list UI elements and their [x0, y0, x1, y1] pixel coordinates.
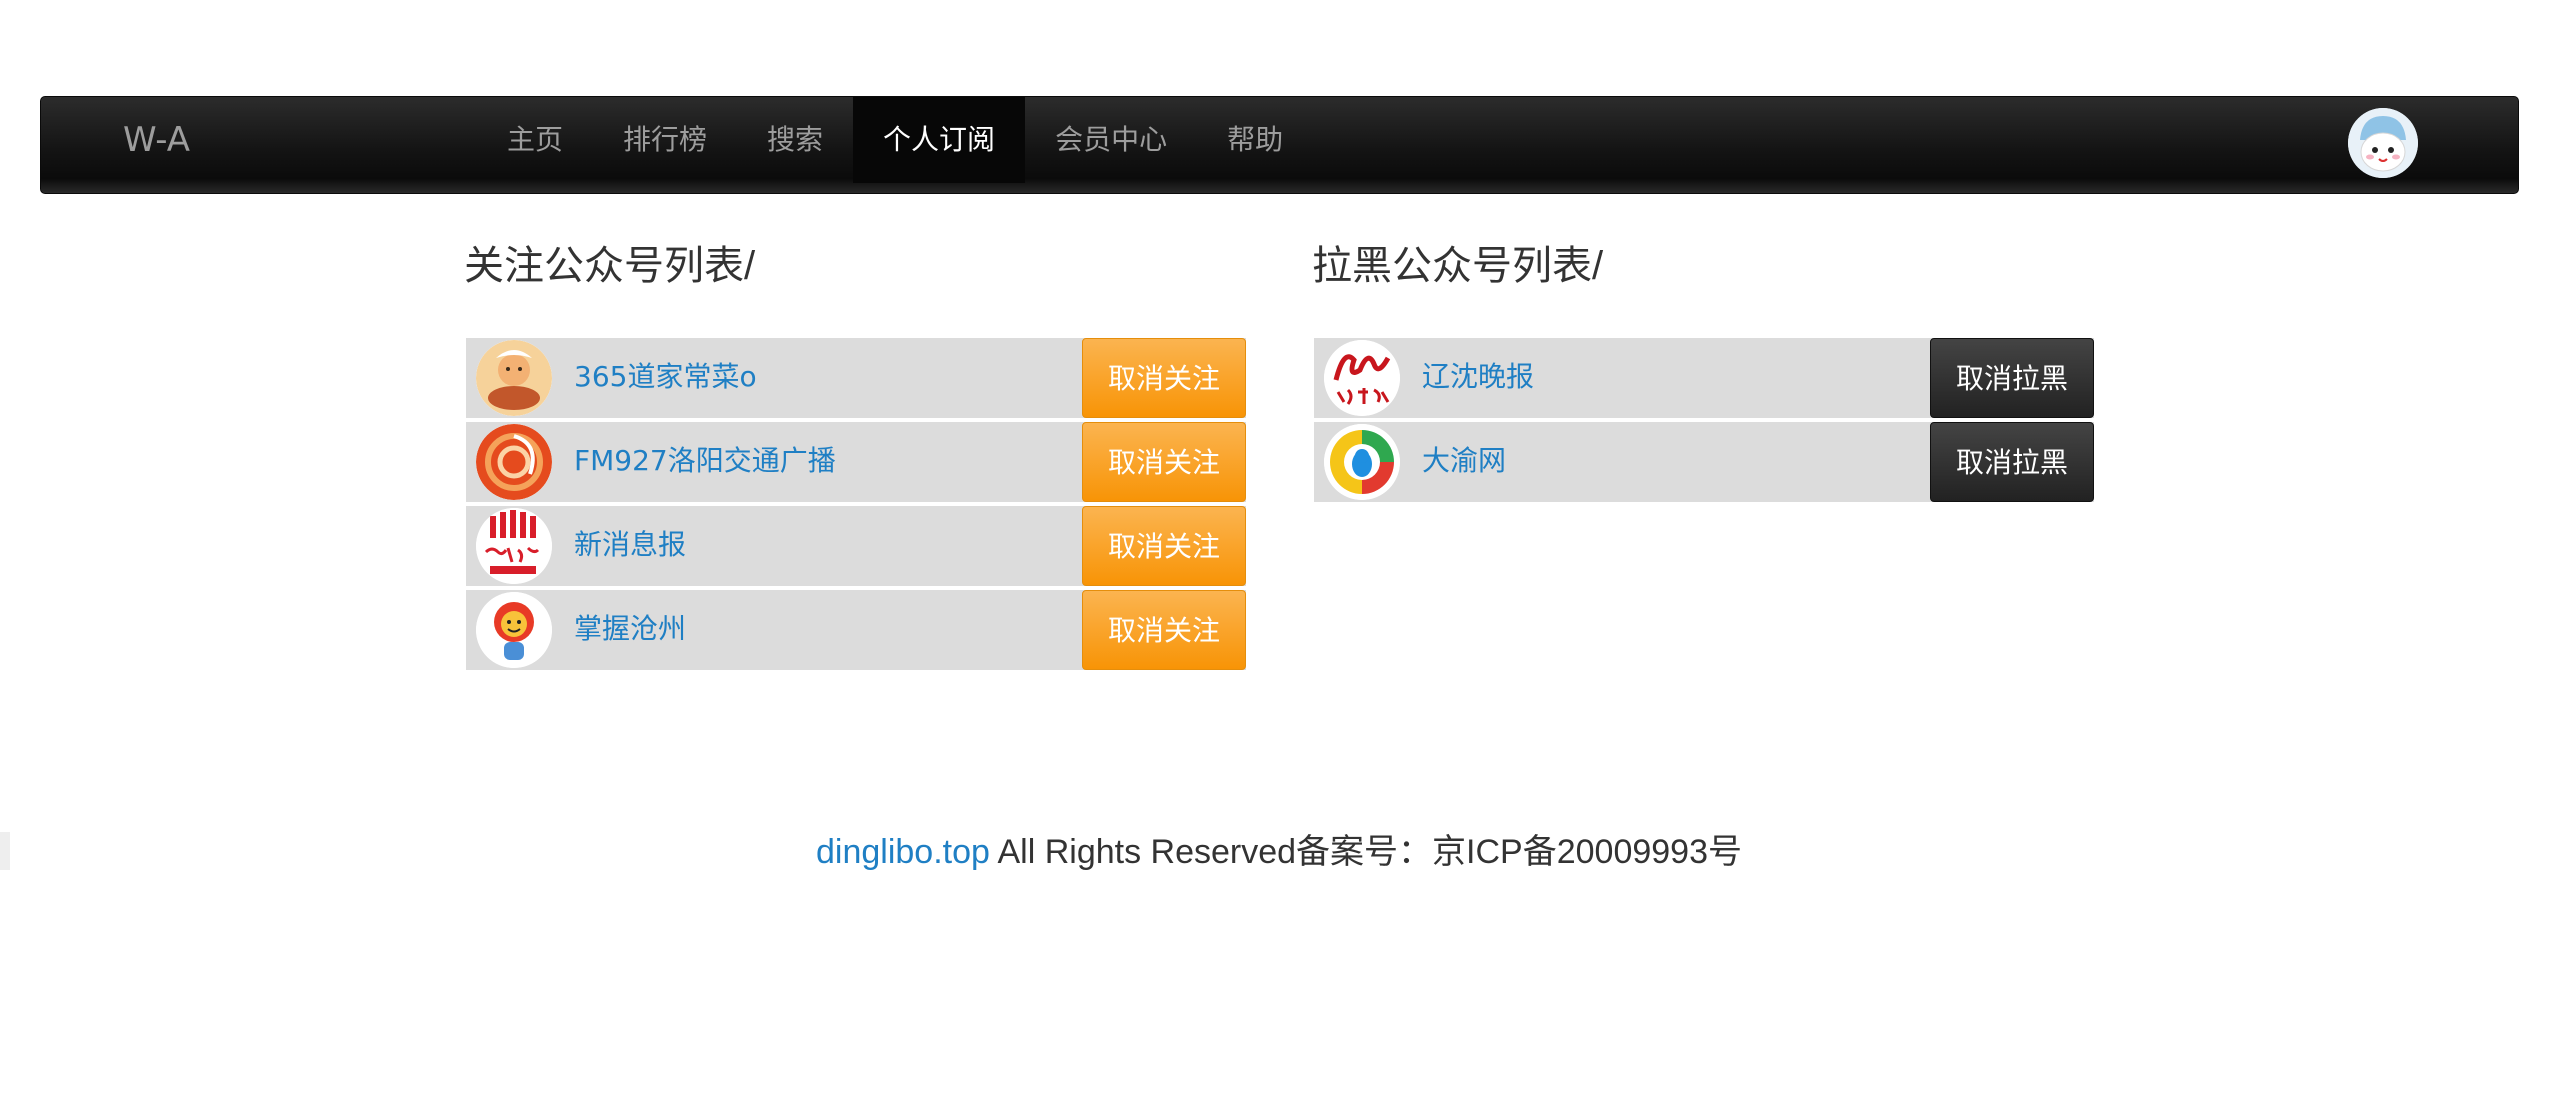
blocked-list-title: 拉黑公众号列表/ — [1312, 244, 1604, 288]
radio-swirl-logo-icon — [476, 424, 552, 500]
followed-account-name[interactable]: 新消息报 — [574, 506, 686, 584]
calligraphy-logo-icon — [476, 508, 552, 584]
footer: dinglibo.top All Rights Reserved备案号：京ICP… — [0, 824, 2558, 873]
list-item: FM927洛阳交通广播 取消关注 — [466, 422, 1246, 502]
list-item: 大渝网 取消拉黑 — [1314, 422, 2094, 502]
unfollow-button[interactable]: 取消关注 — [1082, 422, 1246, 502]
unfollow-button[interactable]: 取消关注 — [1082, 506, 1246, 586]
brand-logo[interactable]: W-A — [123, 97, 190, 183]
user-avatar-icon[interactable] — [2348, 108, 2418, 178]
lion-mascot-logo-icon — [476, 592, 552, 668]
followed-account-name[interactable]: 掌握沧州 — [574, 590, 686, 668]
blocked-list: 辽沈晚报 取消拉黑 大渝网 取消拉黑 — [1314, 338, 2094, 506]
nav-item-search[interactable]: 搜索 — [737, 97, 853, 183]
list-item: 掌握沧州 取消关注 — [466, 590, 1246, 670]
blocked-account-name[interactable]: 大渝网 — [1422, 422, 1506, 500]
followed-list: 365道家常菜o 取消关注 FM927洛阳交通广播 取消关注 新消息报 取消关注… — [466, 338, 1246, 674]
top-navbar: W-A 主页 排行榜 搜索 个人订阅 会员中心 帮助 — [40, 96, 2519, 194]
nav-item-member-center[interactable]: 会员中心 — [1025, 97, 1197, 183]
nav-item-home[interactable]: 主页 — [477, 97, 593, 183]
newspaper-logo-icon — [1324, 340, 1400, 416]
cartoon-food-logo-icon — [476, 340, 552, 416]
followed-account-name[interactable]: FM927洛阳交通广播 — [574, 422, 836, 500]
followed-account-name[interactable]: 365道家常菜o — [574, 338, 757, 416]
unblock-button[interactable]: 取消拉黑 — [1930, 422, 2094, 502]
main-nav: 主页 排行榜 搜索 个人订阅 会员中心 帮助 — [477, 97, 1313, 183]
nav-item-help[interactable]: 帮助 — [1197, 97, 1313, 183]
list-item: 新消息报 取消关注 — [466, 506, 1246, 586]
unfollow-button[interactable]: 取消关注 — [1082, 338, 1246, 418]
footer-site-link[interactable]: dinglibo.top — [816, 833, 990, 871]
blocked-account-name[interactable]: 辽沈晚报 — [1422, 338, 1534, 416]
unblock-button[interactable]: 取消拉黑 — [1930, 338, 2094, 418]
nav-item-ranking[interactable]: 排行榜 — [593, 97, 737, 183]
nav-item-subscriptions[interactable]: 个人订阅 — [853, 97, 1026, 183]
qq-penguin-logo-icon — [1324, 424, 1400, 500]
list-item: 365道家常菜o 取消关注 — [466, 338, 1246, 418]
footer-copyright-text: All Rights Reserved备案号：京ICP备20009993号 — [989, 833, 1742, 871]
followed-list-title: 关注公众号列表/ — [464, 244, 756, 288]
blocked-accounts-panel: 拉黑公众号列表/ 辽沈晚报 取消拉黑 大渝网 取消拉黑 — [1312, 236, 2094, 502]
followed-accounts-panel: 关注公众号列表/ 365道家常菜o 取消关注 FM927洛阳交通广播 取消关注 … — [464, 236, 1246, 670]
list-item: 辽沈晚报 取消拉黑 — [1314, 338, 2094, 418]
unfollow-button[interactable]: 取消关注 — [1082, 590, 1246, 670]
